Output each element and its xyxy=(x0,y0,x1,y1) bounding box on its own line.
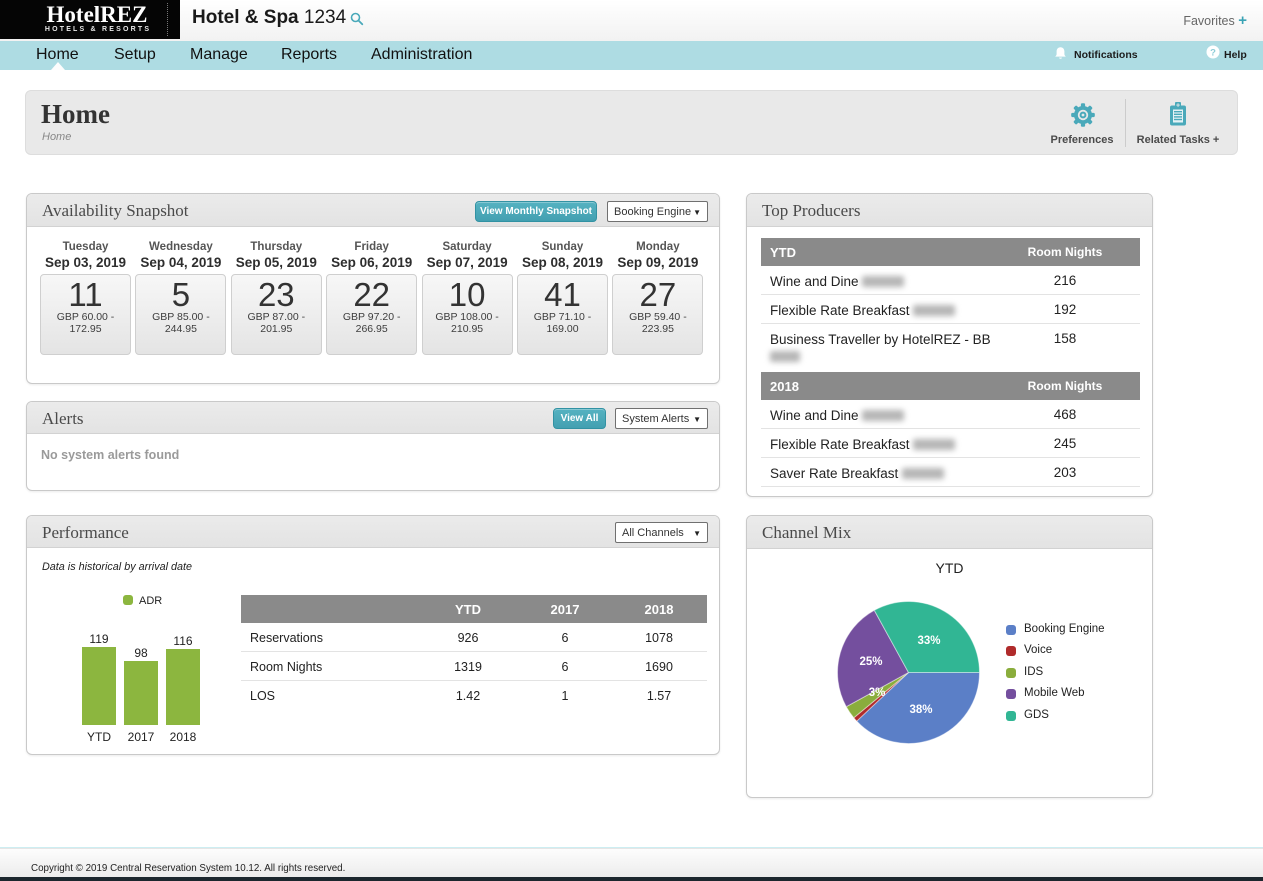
svg-text:+: + xyxy=(1176,102,1180,109)
svg-text:?: ? xyxy=(1210,47,1216,58)
